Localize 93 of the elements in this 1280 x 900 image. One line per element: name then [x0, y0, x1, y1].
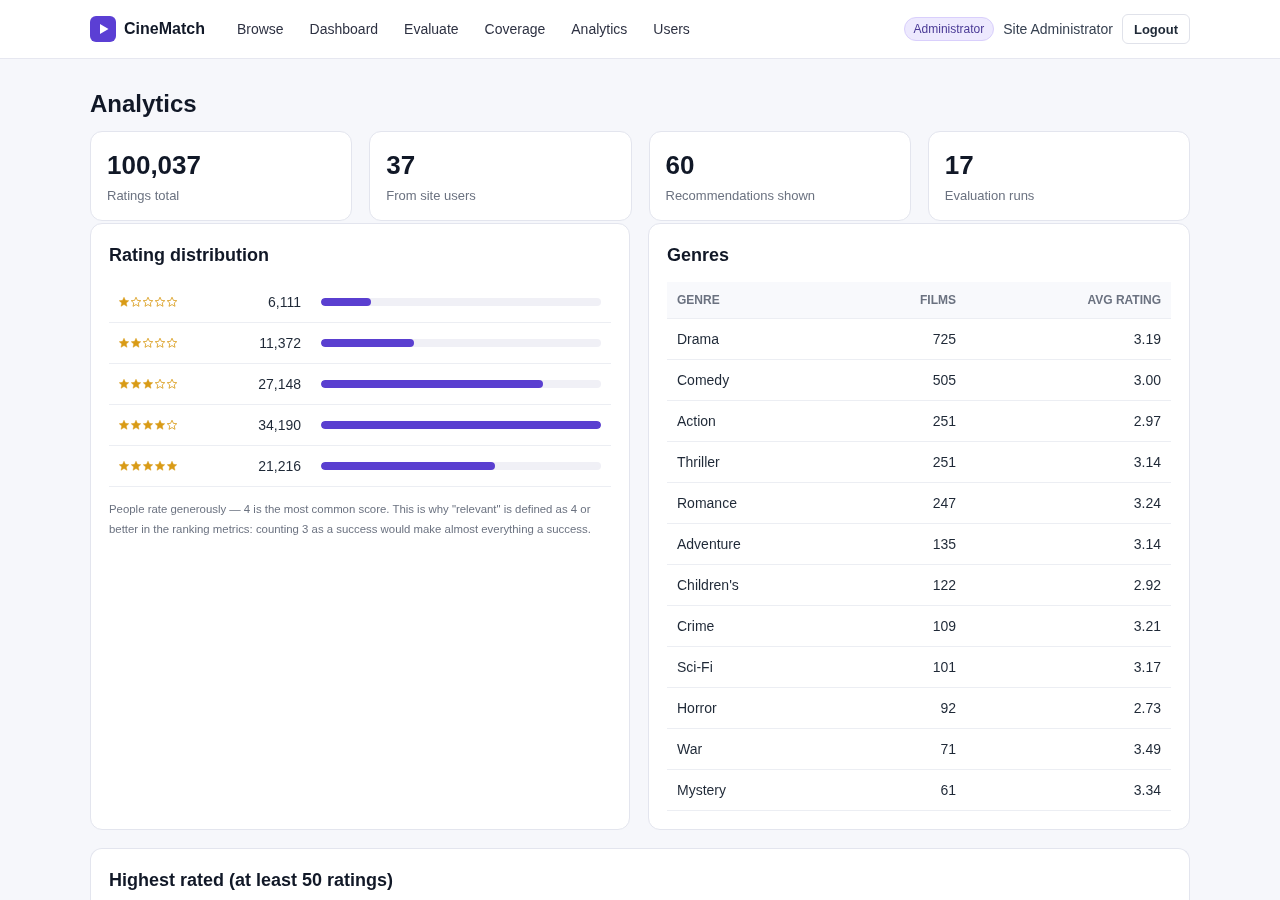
rating-count: 21,216: [258, 458, 301, 474]
table-cell-text: 725: [931, 331, 957, 347]
brand-name: CineMatch: [124, 20, 205, 38]
table-cell-text: Adventure: [676, 536, 742, 552]
star-outline-icon: [155, 297, 165, 307]
stat-label: From site users: [386, 187, 476, 205]
star-icon: [131, 461, 141, 471]
star-icon: [119, 338, 129, 348]
card-title: Rating distribution: [109, 244, 269, 266]
table-cell-text: 61: [939, 782, 957, 798]
user-name: Site Administrator: [1003, 21, 1113, 37]
nav-link[interactable]: Coverage: [484, 21, 546, 37]
table-cell-text: Thriller: [676, 454, 721, 470]
table-cell-text: 3.34: [1132, 782, 1162, 798]
table-cell-text: 251: [931, 454, 957, 470]
table-cell-text: 71: [939, 741, 957, 757]
table-cell-text: Children's: [676, 577, 740, 593]
star-icon: [143, 379, 153, 389]
table-cell-text: 3.14: [1132, 536, 1162, 552]
table-cell-text: 2.92: [1132, 577, 1162, 593]
table-cell-text: 3.14: [1132, 454, 1162, 470]
nav-link[interactable]: Dashboard: [309, 21, 379, 37]
table-cell-text: 101: [931, 659, 957, 675]
stat-value: 100,037: [107, 149, 201, 181]
table-cell-text: 109: [931, 618, 957, 634]
star-icon: [167, 461, 177, 471]
nav-link[interactable]: Evaluate: [404, 21, 459, 37]
star-outline-icon: [167, 420, 177, 430]
star-outline-icon: [131, 297, 141, 307]
play-logo-icon: [90, 16, 116, 42]
table-cell-text: 3.24: [1132, 495, 1162, 511]
table-cell-text: 247: [931, 495, 957, 511]
star-icon: [119, 297, 129, 307]
table-cell-text: Drama: [676, 331, 720, 347]
table-cell-text: 3.19: [1132, 331, 1162, 347]
star-outline-icon: [143, 297, 153, 307]
table-cell-text: 92: [939, 700, 957, 716]
card-title: Highest rated (at least 50 ratings): [109, 869, 394, 891]
star-outline-icon: [155, 379, 165, 389]
table-cell-text: 505: [931, 372, 957, 388]
page-title: Analytics: [90, 89, 197, 119]
table-cell-text: 3.49: [1132, 741, 1162, 757]
column-header: GENRE: [676, 293, 721, 307]
table-cell-text: 3.00: [1132, 372, 1162, 388]
table-cell-text: 3.17: [1132, 659, 1162, 675]
stat-label: Recommendations shown: [665, 187, 816, 205]
star-icon: [155, 461, 165, 471]
stat-value: 37: [386, 149, 416, 181]
star-icon: [131, 338, 141, 348]
table-cell-text: 2.73: [1132, 700, 1162, 716]
stat-label: Evaluation runs: [944, 187, 1035, 205]
star-icon: [131, 420, 141, 430]
table-cell-text: 122: [931, 577, 957, 593]
table-cell-text: Crime: [676, 618, 716, 634]
column-header: FILMS: [919, 293, 957, 307]
nav-link[interactable]: Users: [653, 21, 690, 37]
star-outline-icon: [167, 297, 177, 307]
rating-count: 6,111: [268, 294, 301, 310]
star-icon: [155, 420, 165, 430]
note-text: People rate generously — 4 is the most common score. This is why "relevant" is defined as 4 or better in the ranking metrics: counting 3 as a success would make almost everything a success.: [109, 502, 592, 537]
nav-link[interactable]: Browse: [236, 21, 284, 37]
star-outline-icon: [143, 338, 153, 348]
rating-count: 11,372: [259, 335, 301, 351]
star-outline-icon: [167, 338, 177, 348]
star-icon: [119, 461, 129, 471]
star-outline-icon: [167, 379, 177, 389]
column-header: AVG RATING: [1086, 293, 1162, 307]
rating-count: 27,148: [258, 376, 301, 392]
table-cell-text: 2.97: [1132, 413, 1162, 429]
table-cell-text: Comedy: [676, 372, 731, 388]
star-icon: [143, 461, 153, 471]
role-badge: Administrator: [903, 17, 995, 41]
star-icon: [119, 420, 129, 430]
table-cell-text: Sci-Fi: [676, 659, 714, 675]
table-cell-text: 135: [931, 536, 957, 552]
star-icon: [119, 379, 129, 389]
card-title: Genres: [667, 244, 730, 266]
table-cell-text: Romance: [676, 495, 738, 511]
nav-link[interactable]: Analytics: [571, 21, 628, 37]
table-cell-text: Horror: [676, 700, 718, 716]
table-cell-text: Mystery: [676, 782, 727, 798]
table-cell-text: 3.21: [1132, 618, 1162, 634]
stat-value: 60: [665, 149, 695, 181]
star-outline-icon: [155, 338, 165, 348]
star-icon: [143, 420, 153, 430]
stat-label: Ratings total: [107, 187, 180, 205]
star-icon: [131, 379, 141, 389]
rating-count: 34,190: [258, 417, 301, 433]
logout-button[interactable]: Logout: [1121, 14, 1190, 44]
table-cell-text: War: [676, 741, 704, 757]
stat-value: 17: [944, 149, 974, 181]
table-cell-text: 251: [931, 413, 957, 429]
table-cell-text: Action: [676, 413, 717, 429]
